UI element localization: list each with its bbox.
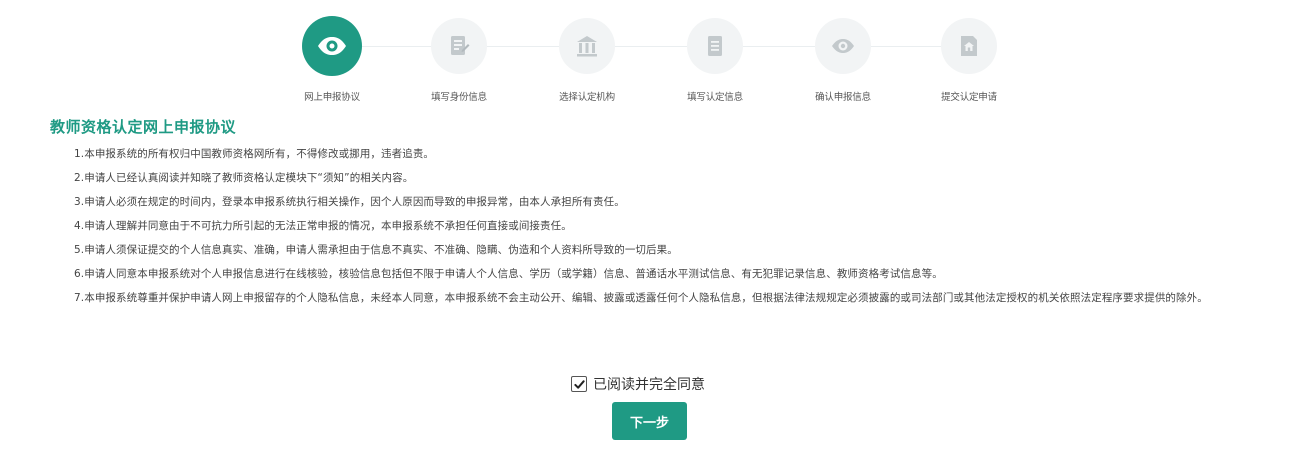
step-label: 网上申报协议 [304, 92, 360, 103]
step-circle [941, 18, 997, 74]
agreement-clause: 3.申请人必须在规定的时间内，登录本申报系统执行相关操作，因个人原因而导致的申报… [74, 196, 625, 208]
document-icon [451, 36, 470, 55]
step-2-identity: 填写身份信息 [399, 18, 519, 103]
step-1-agreement: 网上申报协议 [272, 16, 392, 103]
step-circle [815, 18, 871, 74]
eye-icon [318, 37, 346, 55]
step-label: 确认申报信息 [815, 92, 871, 103]
agreement-page: 网上申报协议 填写身份信息 选择认定机构 填写认定信息 确认申报信息 提交认定申… [0, 0, 1300, 458]
step-circle [687, 18, 743, 74]
agreement-body: 1.本申报系统的所有权归中国教师资格网所有，不得修改或挪用，违者追责。 2.申请… [50, 146, 1250, 314]
step-3-institution: 选择认定机构 [527, 18, 647, 103]
agreement-clause: 4.申请人理解并同意由于不可抗力所引起的无法正常申报的情况，本申报系统不承担任何… [74, 220, 572, 232]
agreement-clause: 1.本申报系统的所有权归中国教师资格网所有，不得修改或挪用，违者追责。 [74, 148, 435, 160]
house-icon [961, 36, 977, 56]
eye-icon [832, 39, 854, 53]
step-6-submit: 提交认定申请 [909, 18, 1029, 103]
step-5-confirm: 确认申报信息 [783, 18, 903, 103]
agreement-clause: 6.申请人同意本申报系统对个人申报信息进行在线核验，核验信息包括但不限于申请人个… [74, 268, 943, 280]
step-label: 提交认定申请 [941, 92, 997, 103]
agreement-clause: 5.申请人须保证提交的个人信息真实、准确，申请人需承担由于信息不真实、不准确、隐… [74, 244, 678, 256]
step-circle [559, 18, 615, 74]
check-icon [573, 379, 585, 389]
step-label: 选择认定机构 [559, 92, 615, 103]
step-4-certification: 填写认定信息 [655, 18, 775, 103]
agree-checkbox[interactable] [571, 376, 587, 392]
institution-icon [577, 36, 597, 57]
progress-stepper: 网上申报协议 填写身份信息 选择认定机构 填写认定信息 确认申报信息 提交认定申… [0, 0, 1300, 110]
next-step-button[interactable]: 下一步 [612, 402, 687, 440]
consent-checkbox-row[interactable]: 已阅读并完全同意 [571, 374, 705, 394]
step-label: 填写认定信息 [687, 92, 743, 103]
agreement-clause: 7.本申报系统尊重并保护申请人网上申报留存的个人隐私信息，未经本人同意，本申报系… [74, 292, 1208, 304]
agreement-clause: 2.申请人已经认真阅读并知晓了教师资格认定模块下“须知”的相关内容。 [74, 172, 414, 184]
step-circle [431, 18, 487, 74]
consent-label[interactable]: 已阅读并完全同意 [593, 374, 705, 394]
step-label: 填写身份信息 [431, 92, 487, 103]
form-icon [708, 36, 722, 56]
step-circle [302, 16, 362, 76]
agreement-title: 教师资格认定网上申报协议 [50, 118, 237, 136]
